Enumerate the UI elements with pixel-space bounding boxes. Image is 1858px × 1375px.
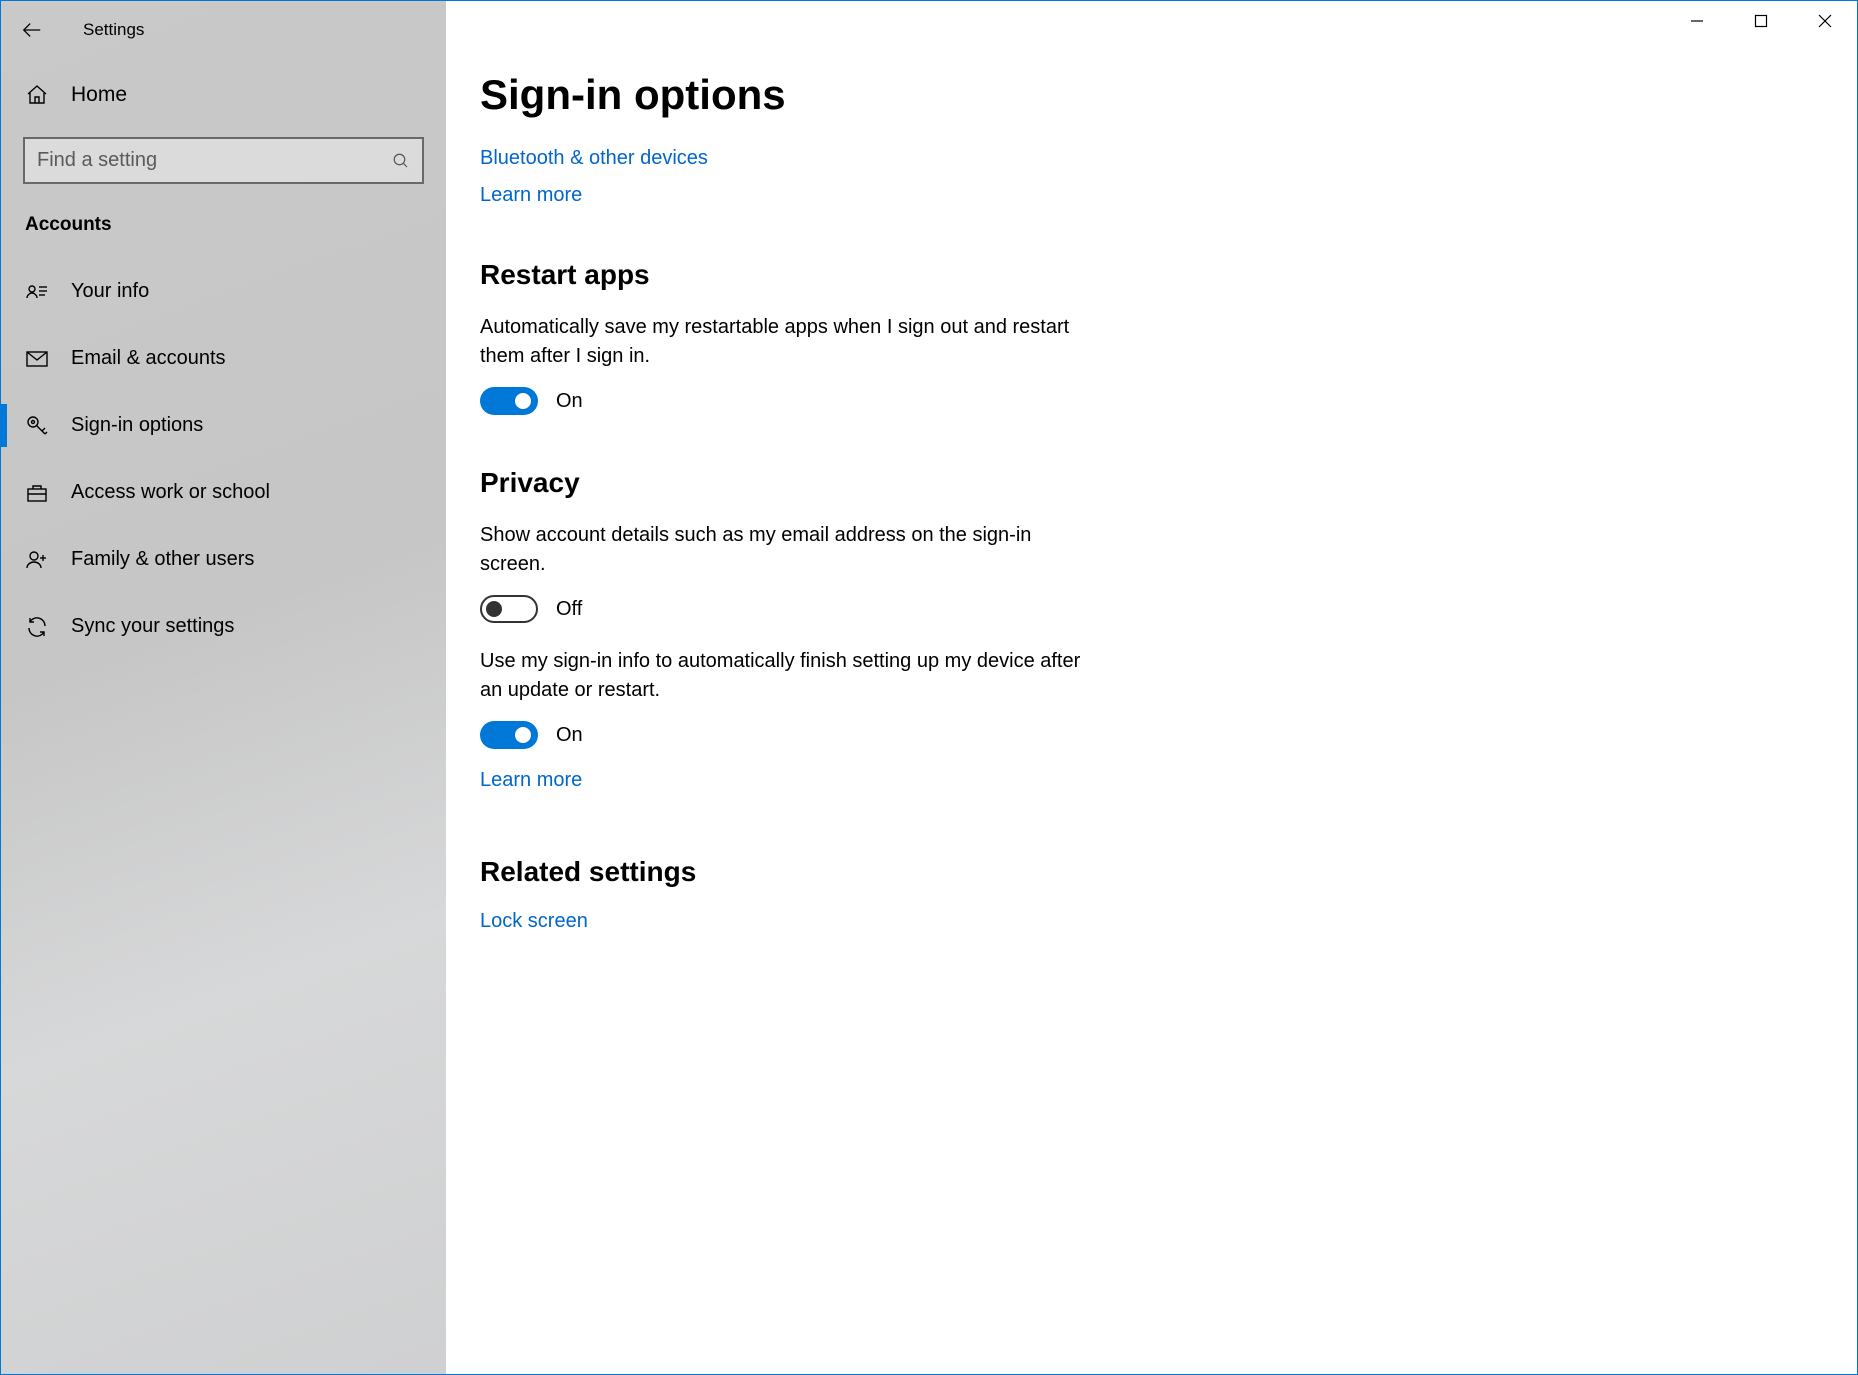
search-wrap <box>1 137 446 204</box>
sidebar-item-label: Sign-in options <box>71 414 203 437</box>
sidebar-item-sign-in-options[interactable]: Sign-in options <box>1 392 446 459</box>
sidebar-item-label: Sync your settings <box>71 615 234 638</box>
sidebar-item-label: Your info <box>71 280 149 303</box>
sidebar-item-email-accounts[interactable]: Email & accounts <box>1 325 446 392</box>
link-lock-screen[interactable]: Lock screen <box>480 910 588 933</box>
search-box[interactable] <box>23 137 424 184</box>
privacy-toggle-2[interactable] <box>480 721 538 749</box>
sidebar: Settings Home Accounts <box>1 1 446 1374</box>
app-title: Settings <box>83 20 144 40</box>
restart-apps-description: Automatically save my restartable apps w… <box>480 313 1100 371</box>
close-button[interactable] <box>1793 1 1857 41</box>
sync-icon <box>25 615 49 639</box>
privacy-toggle-2-row: On <box>480 721 1817 749</box>
toggle-knob <box>515 393 531 409</box>
mail-icon <box>25 347 49 371</box>
privacy-toggle-1-label: Off <box>556 598 582 621</box>
link-learn-more-top[interactable]: Learn more <box>480 184 582 207</box>
key-icon <box>25 414 49 438</box>
privacy-toggle-2-label: On <box>556 724 583 747</box>
sidebar-item-label: Family & other users <box>71 548 254 571</box>
group-header-privacy: Privacy <box>480 467 1817 499</box>
home-nav[interactable]: Home <box>1 53 446 137</box>
search-icon <box>390 150 412 172</box>
privacy-toggle-1-row: Off <box>480 595 1817 623</box>
restart-apps-toggle[interactable] <box>480 387 538 415</box>
close-icon <box>1818 14 1832 28</box>
arrow-left-icon <box>21 19 43 41</box>
privacy-desc-2: Use my sign-in info to automatically fin… <box>480 647 1100 705</box>
person-card-icon <box>25 280 49 304</box>
link-learn-more-privacy[interactable]: Learn more <box>480 769 582 792</box>
sidebar-item-access-work-school[interactable]: Access work or school <box>1 459 446 526</box>
sidebar-item-sync-settings[interactable]: Sync your settings <box>1 593 446 660</box>
nav-list: Your info Email & accounts Sign-in optio… <box>1 258 446 660</box>
link-bluetooth-devices[interactable]: Bluetooth & other devices <box>480 147 708 170</box>
toggle-knob <box>515 727 531 743</box>
main-scroll[interactable]: Sign-in options Bluetooth & other device… <box>446 47 1857 1374</box>
content-area: Sign-in options Bluetooth & other device… <box>446 1 1857 1374</box>
sidebar-item-label: Email & accounts <box>71 347 226 370</box>
sidebar-item-family-other-users[interactable]: Family & other users <box>1 526 446 593</box>
privacy-desc-1: Show account details such as my email ad… <box>480 521 1100 579</box>
maximize-button[interactable] <box>1729 1 1793 41</box>
people-plus-icon <box>25 548 49 572</box>
maximize-icon <box>1754 14 1768 28</box>
home-icon <box>25 83 49 107</box>
restart-apps-toggle-label: On <box>556 390 583 413</box>
sidebar-item-your-info[interactable]: Your info <box>1 258 446 325</box>
window-controls <box>446 1 1857 47</box>
group-header-restart-apps: Restart apps <box>480 259 1817 291</box>
titlebar-left: Settings <box>1 7 446 53</box>
sidebar-item-label: Access work or school <box>71 481 270 504</box>
back-button[interactable] <box>7 5 57 55</box>
home-label: Home <box>71 83 127 107</box>
search-input[interactable] <box>37 149 390 172</box>
page-title: Sign-in options <box>480 71 1817 119</box>
restart-apps-toggle-row: On <box>480 387 1817 415</box>
minimize-button[interactable] <box>1665 1 1729 41</box>
group-header-related: Related settings <box>480 856 1817 888</box>
minimize-icon <box>1690 14 1704 28</box>
privacy-toggle-1[interactable] <box>480 595 538 623</box>
toggle-knob <box>486 601 502 617</box>
section-label: Accounts <box>1 204 446 258</box>
briefcase-icon <box>25 481 49 505</box>
